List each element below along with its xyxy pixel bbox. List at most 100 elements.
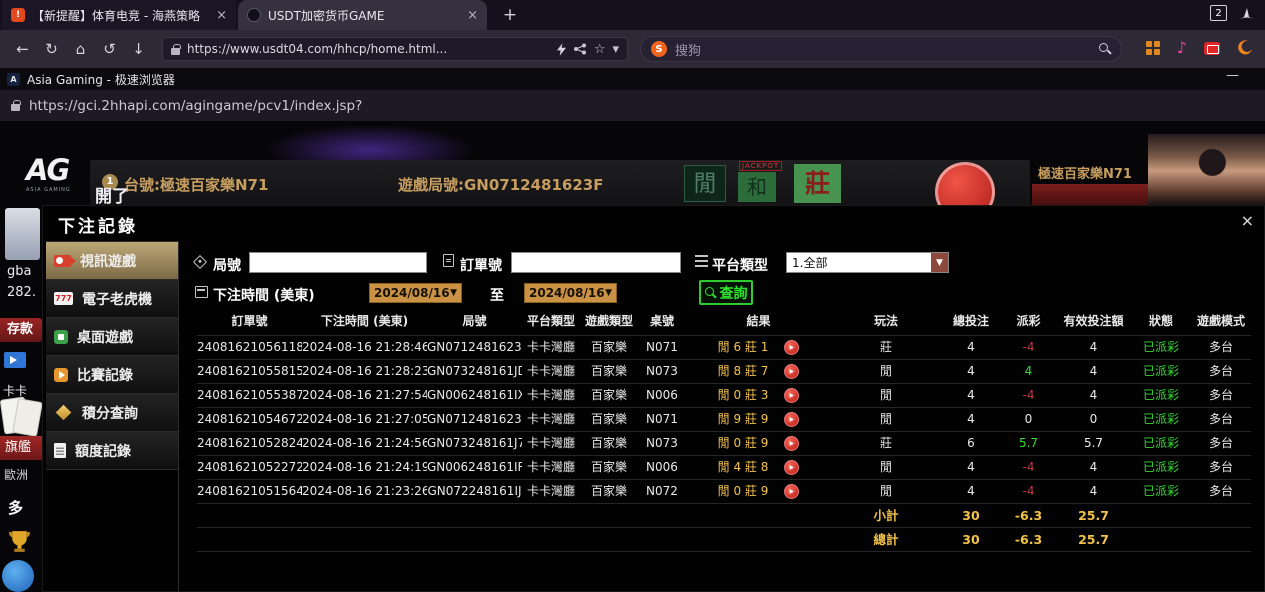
dealer-video-feed — [1148, 134, 1265, 205]
window-count-badge[interactable]: 2 — [1210, 5, 1227, 21]
search-button-label: 查詢 — [720, 283, 748, 303]
round-number-label: 遊戲局號:GN0712481623F — [398, 174, 603, 195]
back-icon[interactable]: ← — [8, 40, 37, 58]
round-number-input[interactable] — [249, 252, 427, 273]
new-tab-button[interactable]: + — [498, 3, 522, 27]
ag-url-text[interactable]: https://gci.2hhapi.com/agingame/pcv1/ind… — [29, 98, 362, 114]
round-filter-label: 局號 — [213, 255, 241, 275]
replay-button[interactable]: ▶ — [784, 388, 799, 403]
hall-flagship-tab[interactable]: 旗艦 — [0, 436, 44, 460]
cell-order: 240816210522728 — [197, 456, 302, 479]
cell-game: 百家樂 — [580, 336, 638, 359]
tab-title: USDT加密货币GAME — [268, 7, 460, 24]
result-score: 閒 9 莊 9 — [718, 408, 769, 431]
date-from-picker[interactable]: 2024/08/16 ▼ — [369, 283, 462, 303]
column-header-game: 遊戲類型 — [580, 310, 638, 336]
date-caret-icon: ▼ — [450, 288, 457, 298]
minimize-button[interactable]: — — [1226, 68, 1239, 83]
tab-close-icon[interactable]: × — [467, 8, 478, 23]
download-icon[interactable]: ↓ — [124, 40, 153, 58]
video-lobby-icon[interactable] — [4, 352, 26, 368]
date-to-picker[interactable]: 2024/08/16 ▼ — [524, 283, 617, 303]
cell-payout: -4 — [1001, 480, 1056, 503]
close-icon[interactable]: × — [1241, 213, 1254, 229]
sidebar-item-slots[interactable]: 電子老虎機 — [46, 280, 178, 318]
bet-records-table: 訂單號下注時間 (美東)局號平台類型遊戲類型桌號結果玩法總投注派彩有效投注額狀態… — [197, 310, 1251, 552]
replay-button[interactable]: ▶ — [784, 460, 799, 475]
cell-table: N006 — [638, 384, 686, 407]
cell-play: 閒 — [831, 360, 941, 383]
sidebar-item-points-inquiry[interactable]: 積分查詢 — [46, 394, 178, 432]
betting-records-modal: 下注記錄 × 視訊遊戲 電子老虎機 桌面遊戲 比賽記錄 積分查詢 額度記錄 局號… — [42, 205, 1265, 592]
multi-table-label[interactable]: 多 — [8, 497, 23, 518]
order-number-input[interactable] — [511, 252, 681, 273]
lobby-game-icon[interactable] — [2, 560, 34, 592]
address-bar[interactable]: https://www.usdt04.com/hhcp/home.html...… — [162, 37, 628, 61]
cell-round: GN006248161IR — [427, 456, 522, 479]
sidebar-item-video-games[interactable]: 視訊遊戲 — [46, 242, 178, 280]
chevron-down-icon[interactable]: ▾ — [612, 43, 619, 56]
platform-type-select[interactable]: 1.全部 ▼ — [786, 252, 949, 273]
sidebar-item-table-games[interactable]: 桌面遊戲 — [46, 318, 178, 356]
cell-status: 已派彩 — [1131, 336, 1191, 359]
ag-window-title: Asia Gaming - 极速浏览器 — [27, 71, 175, 88]
replay-button[interactable]: ▶ — [784, 364, 799, 379]
bet-player-button[interactable]: 閒 — [684, 165, 726, 202]
search-bar[interactable]: S 搜狗 — [640, 36, 1122, 62]
table-row: 2408162105611892024-08-16 21:28:46GN0712… — [197, 336, 1251, 360]
logo-text: AG — [26, 153, 68, 187]
replay-button[interactable]: ▶ — [784, 436, 799, 451]
cell-bet: 4 — [941, 408, 1001, 431]
sidebar-item-credit-records[interactable]: 額度記錄 — [46, 432, 178, 470]
cell-platform: 卡卡灣廳 — [522, 384, 580, 407]
cell-platform: 卡卡灣廳 — [522, 336, 580, 359]
column-header-payout: 派彩 — [1001, 310, 1056, 336]
lightning-icon[interactable] — [557, 43, 566, 56]
cell-payout: -4 — [1001, 384, 1056, 407]
cell-bet: 4 — [941, 456, 1001, 479]
order-doc-icon — [443, 254, 454, 267]
sidebar-item-match-records[interactable]: 比賽記錄 — [46, 356, 178, 394]
deposit-button[interactable]: 存款 — [0, 318, 42, 342]
night-mode-icon[interactable] — [1237, 40, 1253, 56]
search-engine-label[interactable]: 搜狗 — [675, 40, 1091, 59]
ag-address-bar[interactable]: https://gci.2hhapi.com/agingame/pcv1/ind… — [0, 90, 1265, 122]
apps-grid-icon[interactable] — [1146, 41, 1160, 55]
home-icon[interactable]: ⌂ — [66, 40, 95, 58]
url-text[interactable]: https://www.usdt04.com/hhcp/home.html... — [187, 42, 550, 56]
hall-europe-label[interactable]: 歐洲 — [4, 466, 28, 483]
cell-mode: 多台 — [1191, 384, 1251, 407]
select-arrow-icon[interactable]: ▼ — [931, 253, 948, 272]
search-magnifier-icon[interactable] — [1099, 43, 1111, 55]
cell-play: 莊 — [831, 432, 941, 455]
cell-bet: 4 — [941, 480, 1001, 503]
cell-time: 2024-08-16 21:27:54 — [302, 384, 427, 407]
music-icon[interactable]: ♪ — [1177, 40, 1187, 56]
cell-platform: 卡卡灣廳 — [522, 480, 580, 503]
bet-time-label: 下注時間 (美東) — [213, 285, 315, 305]
search-query-button[interactable]: 查詢 — [699, 280, 753, 305]
platform-list-icon — [695, 255, 708, 267]
tab-favicon-icon — [247, 8, 261, 22]
mini-table-title: 極速百家樂N71 — [1038, 163, 1132, 182]
browser-tab-usdt-active[interactable]: USDT加密货币GAME × — [238, 0, 487, 30]
bookmark-star-icon[interactable]: ☆ — [594, 43, 606, 56]
browser-tab-sports[interactable]: ! 【新提醒】体育电竞 - 海燕策略 × — [2, 0, 236, 30]
replay-button[interactable]: ▶ — [784, 412, 799, 427]
replay-button[interactable]: ▶ — [784, 484, 799, 499]
cell-valid: 0 — [1056, 408, 1131, 431]
tab-close-icon[interactable]: × — [216, 8, 227, 23]
bet-tie-button[interactable]: 和 — [738, 172, 776, 202]
refresh-icon[interactable]: ↻ — [37, 40, 66, 58]
bet-banker-button[interactable]: 莊 — [794, 164, 841, 203]
hat-icon[interactable] — [1239, 7, 1255, 20]
share-icon[interactable] — [573, 43, 587, 55]
history-icon[interactable]: ↺ — [95, 40, 124, 58]
cell-status: 已派彩 — [1131, 408, 1191, 431]
cell-game: 百家樂 — [580, 480, 638, 503]
replay-button[interactable]: ▶ — [784, 340, 799, 355]
cell-mode: 多台 — [1191, 336, 1251, 359]
cell-mode: 多台 — [1191, 456, 1251, 479]
trophy-icon[interactable] — [6, 528, 33, 559]
video-app-icon[interactable] — [1204, 42, 1220, 55]
